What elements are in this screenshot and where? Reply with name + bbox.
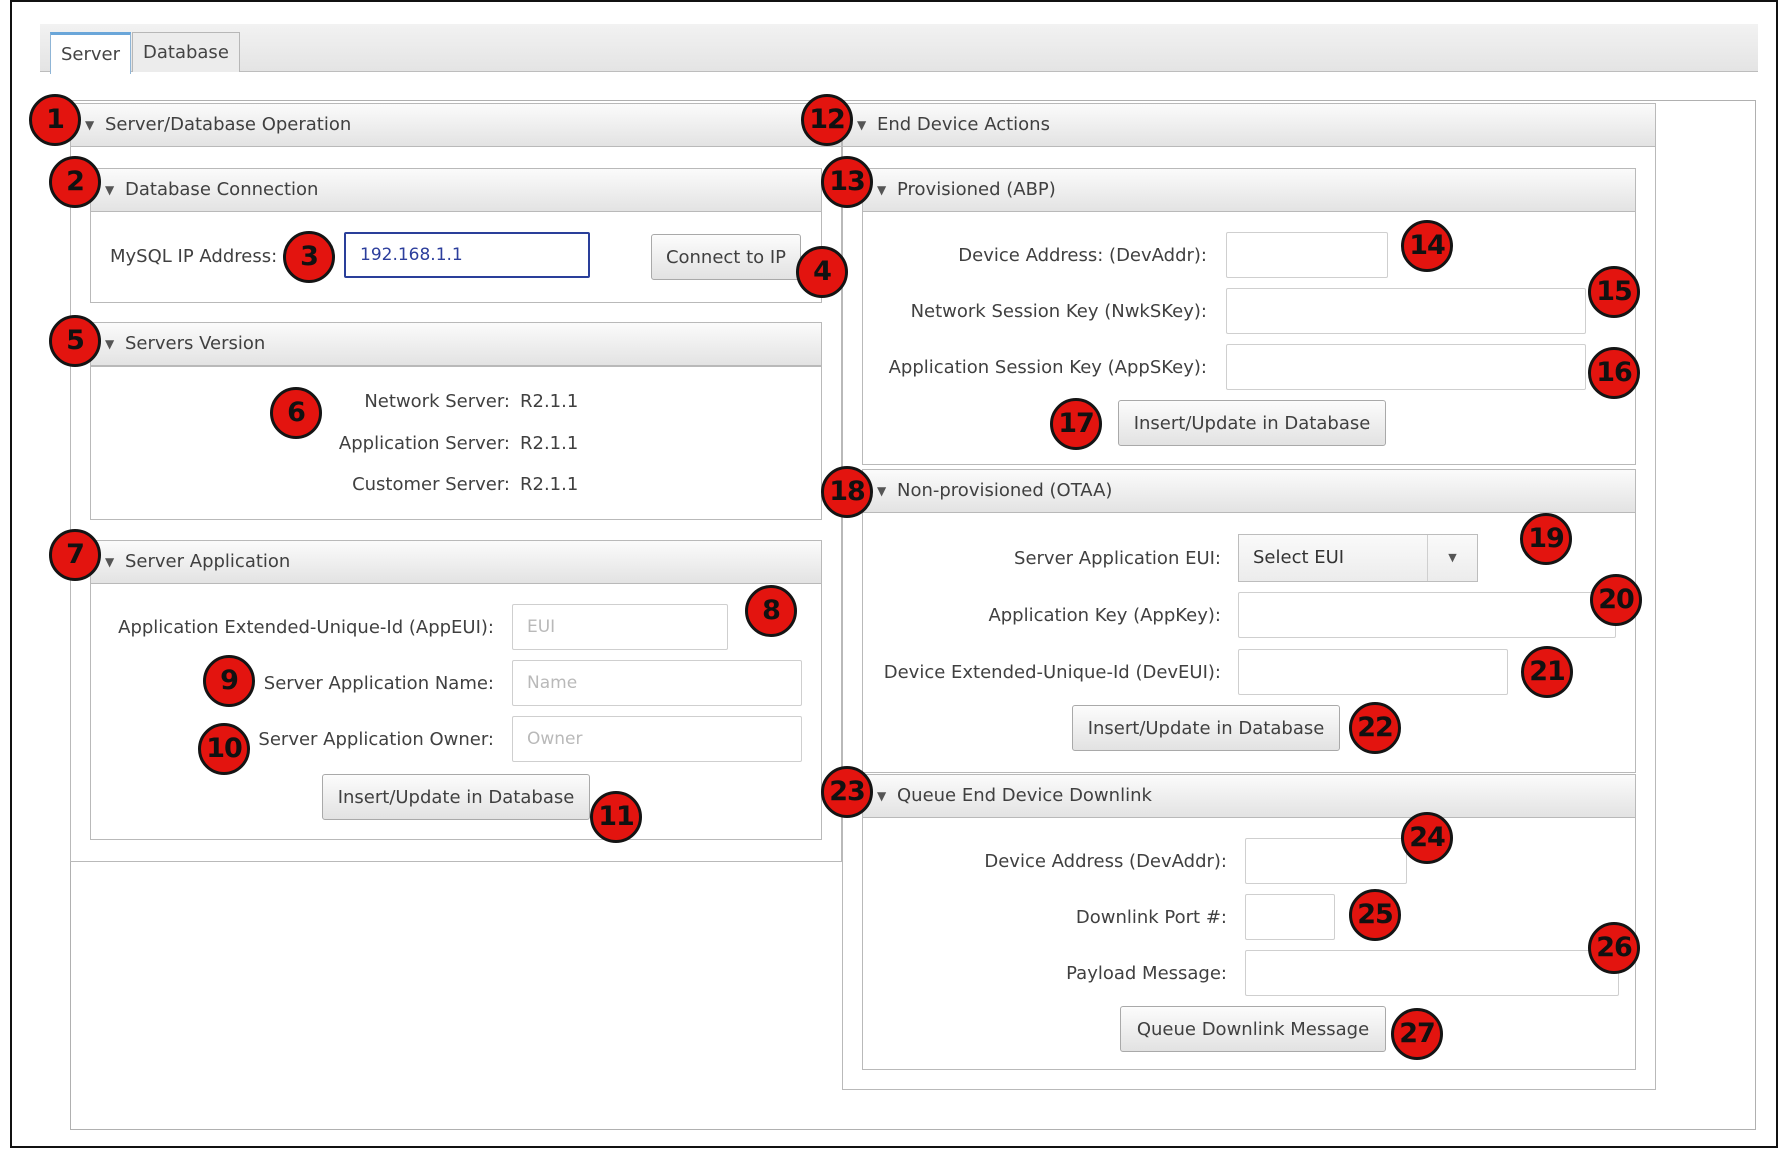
application-server-version: R2.1.1	[520, 433, 579, 454]
appkey-input[interactable]	[1238, 592, 1616, 638]
tab-database[interactable]: Database	[132, 32, 240, 72]
callout-marker-15: 15	[1588, 266, 1640, 318]
server-application-eui-label: Server Application EUI:	[1014, 548, 1221, 569]
customer-server-label: Customer Server:	[352, 474, 510, 495]
section-header-queue-downlink[interactable]: ▼ Queue End Device Downlink	[862, 774, 1636, 818]
appskey-input[interactable]	[1226, 344, 1586, 390]
section-title: End Device Actions	[877, 114, 1050, 135]
callout-marker-19: 19	[1520, 513, 1572, 565]
section-title: Servers Version	[125, 333, 266, 354]
connect-to-ip-button[interactable]: Connect to IP	[651, 234, 801, 280]
collapse-triangle-icon: ▼	[105, 183, 115, 197]
collapse-triangle-icon: ▼	[105, 555, 115, 569]
callout-marker-14: 14	[1401, 220, 1453, 272]
callout-marker-2: 2	[49, 156, 101, 208]
appkey-label: Application Key (AppKey):	[988, 605, 1221, 626]
appeui-label: Application Extended-Unique-Id (AppEUI):	[118, 617, 494, 638]
appskey-label: Application Session Key (AppSKey):	[888, 357, 1207, 378]
callout-marker-23: 23	[821, 766, 873, 818]
callout-marker-22: 22	[1349, 702, 1401, 754]
select-value: Select EUI	[1253, 547, 1345, 568]
section-header-server-application[interactable]: ▼ Server Application	[90, 540, 822, 584]
section-title: Server/Database Operation	[105, 114, 352, 135]
server-application-eui-select[interactable]: Select EUI ▼	[1238, 534, 1478, 582]
section-header-provisioned-abp[interactable]: ▼ Provisioned (ABP)	[862, 168, 1636, 212]
collapse-triangle-icon: ▼	[877, 183, 887, 197]
callout-marker-7: 7	[49, 529, 101, 581]
downlink-devaddr-label: Device Address (DevAddr):	[984, 851, 1227, 872]
tab-strip: Server Database	[40, 24, 1758, 74]
collapse-triangle-icon: ▼	[85, 118, 95, 132]
downlink-port-input[interactable]	[1245, 894, 1335, 940]
callout-marker-6: 6	[270, 387, 322, 439]
section-title: Provisioned (ABP)	[897, 179, 1056, 200]
callout-marker-17: 17	[1050, 398, 1102, 450]
section-header-server-db-operation[interactable]: ▼ Server/Database Operation	[70, 103, 842, 147]
downlink-port-label: Downlink Port #:	[1075, 907, 1227, 928]
callout-marker-13: 13	[821, 156, 873, 208]
mysql-ip-label: MySQL IP Address:	[110, 246, 278, 267]
collapse-triangle-icon: ▼	[877, 484, 887, 498]
callout-marker-26: 26	[1588, 922, 1640, 974]
section-header-servers-version[interactable]: ▼ Servers Version	[90, 322, 822, 366]
payload-message-input[interactable]	[1245, 950, 1619, 996]
callout-marker-25: 25	[1349, 889, 1401, 941]
deveui-input[interactable]	[1238, 649, 1508, 695]
callout-marker-20: 20	[1590, 574, 1642, 626]
collapse-triangle-icon: ▼	[857, 118, 867, 132]
server-application-name-label: Server Application Name:	[263, 673, 494, 694]
callout-marker-27: 27	[1391, 1008, 1443, 1060]
network-server-version: R2.1.1	[520, 391, 579, 412]
callout-marker-12: 12	[801, 94, 853, 146]
downlink-devaddr-input[interactable]	[1245, 838, 1407, 884]
callout-marker-4: 4	[796, 246, 848, 298]
callout-marker-9: 9	[203, 655, 255, 707]
nwkskey-input[interactable]	[1226, 288, 1586, 334]
section-title: Queue End Device Downlink	[897, 785, 1152, 806]
abp-devaddr-label: Device Address: (DevAddr):	[958, 245, 1207, 266]
customer-server-version: R2.1.1	[520, 474, 579, 495]
application-server-label: Application Server:	[338, 433, 510, 454]
dropdown-arrow-icon[interactable]: ▼	[1427, 535, 1477, 581]
callout-marker-8: 8	[745, 585, 797, 637]
section-title: Server Application	[125, 551, 291, 572]
collapse-triangle-icon: ▼	[877, 789, 887, 803]
server-application-owner-label: Server Application Owner:	[258, 729, 494, 750]
server-application-owner-input[interactable]	[512, 716, 802, 762]
deveui-label: Device Extended-Unique-Id (DevEUI):	[883, 662, 1221, 683]
section-header-database-connection[interactable]: ▼ Database Connection	[90, 168, 822, 212]
callout-marker-1: 1	[29, 94, 81, 146]
section-header-non-provisioned-otaa[interactable]: ▼ Non-provisioned (OTAA)	[862, 469, 1636, 513]
network-server-label: Network Server:	[364, 391, 510, 412]
otaa-insert-update-button[interactable]: Insert/Update in Database	[1072, 705, 1340, 751]
callout-marker-24: 24	[1401, 812, 1453, 864]
section-header-end-device-actions[interactable]: ▼ End Device Actions	[842, 103, 1656, 147]
section-title: Non-provisioned (OTAA)	[897, 480, 1113, 501]
server-app-insert-update-button[interactable]: Insert/Update in Database	[322, 774, 590, 820]
callout-marker-3: 3	[283, 231, 335, 283]
abp-insert-update-button[interactable]: Insert/Update in Database	[1118, 400, 1386, 446]
mysql-ip-input[interactable]	[344, 232, 590, 278]
abp-devaddr-input[interactable]	[1226, 232, 1388, 278]
appeui-input[interactable]	[512, 604, 728, 650]
tab-server[interactable]: Server	[50, 32, 132, 74]
collapse-triangle-icon: ▼	[105, 337, 115, 351]
payload-message-label: Payload Message:	[1066, 963, 1227, 984]
callout-marker-11: 11	[590, 791, 642, 843]
queue-downlink-message-button[interactable]: Queue Downlink Message	[1120, 1006, 1386, 1052]
callout-marker-10: 10	[198, 723, 250, 775]
callout-marker-18: 18	[821, 466, 873, 518]
callout-marker-5: 5	[49, 315, 101, 367]
section-title: Database Connection	[125, 179, 319, 200]
callout-marker-16: 16	[1588, 347, 1640, 399]
nwkskey-label: Network Session Key (NwkSKey):	[910, 301, 1207, 322]
server-application-name-input[interactable]	[512, 660, 802, 706]
callout-marker-21: 21	[1521, 646, 1573, 698]
